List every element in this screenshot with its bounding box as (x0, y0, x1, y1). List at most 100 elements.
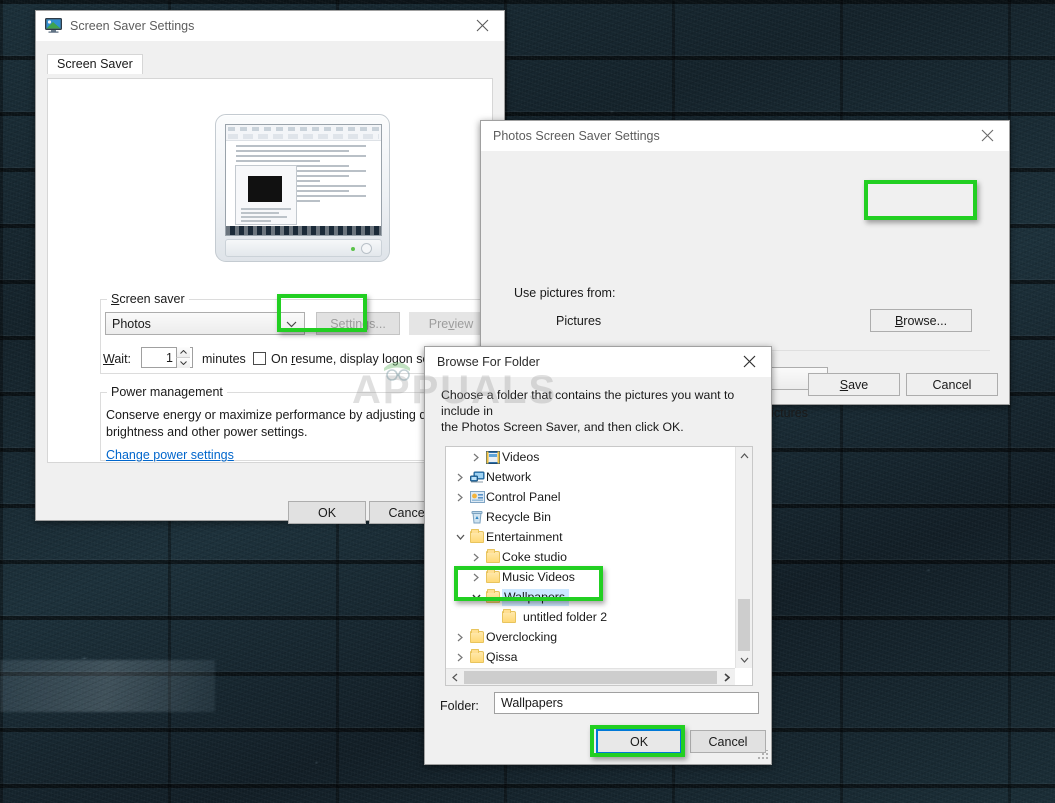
chevron-right-icon[interactable] (452, 633, 468, 642)
tree-item-music-videos[interactable]: Music Videos (446, 567, 735, 587)
tree-item-label: untitled folder 2 (523, 610, 607, 624)
videos-icon (484, 451, 502, 464)
wallpaper-highlight-brick (0, 660, 215, 712)
power-led-icon (351, 247, 355, 251)
chevron-right-icon[interactable] (468, 453, 484, 462)
monitor-preview-base (225, 239, 382, 257)
browse-button[interactable]: Browse... (870, 309, 972, 332)
tree-item-videos[interactable]: Videos (446, 447, 735, 467)
on-resume-checkbox[interactable] (253, 352, 266, 365)
browse-description-line2: the Photos Screen Saver, and then click … (441, 419, 757, 435)
minutes-label: minutes (202, 352, 246, 366)
use-pictures-from-label: Use pictures from: (514, 286, 615, 300)
tab-screen-saver[interactable]: Screen Saver (47, 54, 143, 74)
tree-item-untitled-folder-2[interactable]: untitled folder 2 (446, 607, 735, 627)
browse-button-label: Browse... (895, 314, 947, 328)
stepper-down-icon[interactable] (176, 358, 190, 368)
close-icon[interactable] (460, 11, 504, 40)
photos-settings-title: Photos Screen Saver Settings (493, 129, 660, 143)
tree-item-label: Qissa (486, 650, 517, 664)
wait-stepper[interactable] (176, 347, 190, 368)
change-power-settings-link[interactable]: Change power settings (106, 448, 234, 462)
stepper-up-icon[interactable] (176, 347, 190, 358)
power-button-icon (361, 243, 372, 254)
preview-inset-dialog (235, 165, 297, 225)
chevron-down-icon[interactable] (452, 534, 468, 540)
network-icon (468, 471, 486, 484)
monitor-preview-screen (225, 124, 382, 236)
folder-input[interactable]: Wallpapers (494, 692, 759, 714)
browse-description-line1: Choose a folder that contains the pictur… (441, 387, 757, 419)
screen-saver-select-value: Photos (112, 317, 151, 331)
tree-item-label: Videos (502, 450, 539, 464)
control-panel-icon (468, 491, 486, 503)
tree-item-label: Music Videos (502, 570, 575, 584)
save-button-label: Save (840, 378, 869, 392)
close-icon[interactable] (965, 121, 1009, 150)
tree-vertical-scrollbar[interactable] (735, 447, 752, 668)
cancel-button-label: Cancel (389, 506, 428, 520)
photos-settings-titlebar[interactable]: Photos Screen Saver Settings (481, 121, 1009, 151)
tree-item-label: Coke studio (502, 550, 567, 564)
tree-item-coke-studio[interactable]: Coke studio (446, 547, 735, 567)
scroll-up-icon[interactable] (736, 447, 752, 464)
folder-label: Folder: (440, 699, 479, 713)
photos-cancel-button[interactable]: Cancel (906, 373, 998, 396)
chevron-right-icon[interactable] (468, 573, 484, 582)
tree-item-label: Overclocking (486, 630, 557, 644)
photos-cancel-button-label: Cancel (933, 378, 972, 392)
chevron-right-icon[interactable] (452, 493, 468, 502)
preview-document (226, 141, 381, 225)
screen-saver-group-legend: Screen saver (107, 292, 189, 306)
tree-item-network[interactable]: Network (446, 467, 735, 487)
screen-saver-settings-title: Screen Saver Settings (70, 19, 194, 33)
chevron-right-icon[interactable] (452, 473, 468, 482)
folder-tree-items: Videos Network (446, 447, 735, 668)
browse-for-folder-titlebar[interactable]: Browse For Folder (425, 347, 771, 377)
folder-icon (484, 551, 502, 563)
monitor-icon (45, 18, 62, 33)
wait-input[interactable]: 1 (141, 347, 193, 368)
tree-item-qissa[interactable]: Qissa (446, 647, 735, 667)
preview-ribbon (226, 125, 381, 141)
ok-button-label: OK (318, 506, 336, 520)
pictures-path-value: Pictures (556, 314, 601, 328)
chevron-down-icon[interactable] (468, 594, 484, 600)
folder-icon (468, 651, 486, 663)
tree-item-wallpapers[interactable]: Wallpapers (446, 587, 735, 607)
ok-button[interactable]: OK (288, 501, 366, 524)
tree-hscroll-thumb[interactable] (464, 671, 717, 684)
resize-grip-icon[interactable] (757, 750, 768, 761)
folder-tree[interactable]: Videos Network (445, 446, 753, 686)
folder-icon (468, 631, 486, 643)
browse-ok-button-label: OK (630, 735, 648, 749)
browse-ok-button[interactable]: OK (596, 729, 682, 754)
chevron-right-icon[interactable] (452, 653, 468, 662)
settings-button[interactable]: Settings... (316, 312, 400, 335)
tree-scroll-thumb[interactable] (738, 599, 750, 651)
tree-item-label: Control Panel (486, 490, 561, 504)
screen-saver-settings-titlebar[interactable]: Screen Saver Settings (36, 11, 504, 41)
power-description-line1: Conserve energy or maximize performance … (106, 408, 458, 422)
recycle-bin-icon (468, 511, 486, 524)
tree-item-recycle-bin[interactable]: Recycle Bin (446, 507, 735, 527)
screen-saver-select[interactable]: Photos (105, 312, 305, 335)
scroll-right-icon[interactable] (718, 673, 735, 682)
browse-cancel-button-label: Cancel (709, 735, 748, 749)
tree-horizontal-scrollbar[interactable] (446, 668, 735, 685)
tree-item-label: Entertainment (486, 530, 563, 544)
monitor-preview (215, 114, 390, 262)
chevron-right-icon[interactable] (468, 553, 484, 562)
folder-icon (484, 571, 502, 583)
tree-item-overclocking[interactable]: Overclocking (446, 627, 735, 647)
save-button[interactable]: Save (808, 373, 900, 396)
scroll-down-icon[interactable] (736, 651, 752, 668)
tree-item-control-panel[interactable]: Control Panel (446, 487, 735, 507)
close-icon[interactable] (727, 347, 771, 376)
tree-item-entertainment[interactable]: Entertainment (446, 527, 735, 547)
browse-cancel-button[interactable]: Cancel (690, 730, 766, 753)
scroll-left-icon[interactable] (446, 673, 463, 682)
folder-icon (500, 611, 518, 623)
tree-item-label: Wallpapers (502, 589, 569, 606)
browse-description: Choose a folder that contains the pictur… (425, 377, 771, 435)
